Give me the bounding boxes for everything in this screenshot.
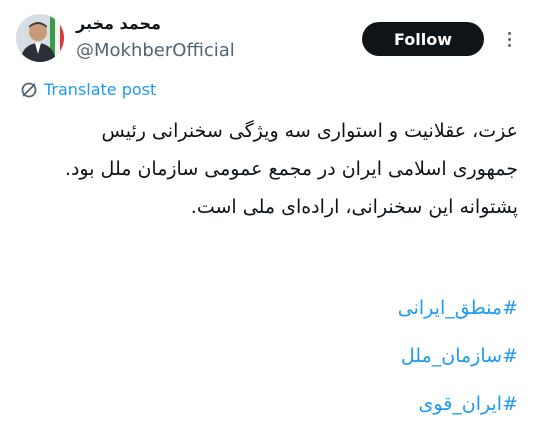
more-dots-icon[interactable] — [500, 26, 518, 52]
tweet-line: پشتوانه این سخنرانی، اراده‌ای ملی است. — [190, 196, 518, 218]
tweet-line: جمهوری اسلامی ایران در مجمع عمومی سازمان… — [64, 158, 518, 180]
dot — [507, 31, 511, 35]
tweet-line: عزت، عقلانیت و استواری سه ویژگی سخنرانی … — [101, 120, 519, 142]
hashtag-list: #منطق_ایرانی #سازمان_ملل #ایران_قوی — [18, 284, 518, 428]
tweet-text: عزت، عقلانیت و استواری سه ویژگی سخنرانی … — [18, 112, 518, 226]
dot — [507, 37, 511, 41]
translate-label: Translate post — [44, 80, 157, 99]
user-handle[interactable]: @MokhberOfficial — [76, 40, 235, 61]
dot — [507, 43, 511, 47]
hashtag-link[interactable]: #ایران_قوی — [18, 380, 518, 428]
hashtag-link[interactable]: #منطق_ایرانی — [18, 284, 518, 332]
display-name[interactable]: محمد مخبر — [76, 14, 161, 33]
avatar[interactable] — [16, 14, 64, 62]
hashtag-link[interactable]: #سازمان_ملل — [18, 332, 518, 380]
tweet-card: محمد مخبر @MokhberOfficial Follow Transl… — [0, 0, 536, 429]
translate-post-link[interactable]: Translate post — [20, 80, 156, 99]
avatar-image — [16, 14, 64, 62]
globe-slash-icon — [20, 81, 38, 99]
follow-button[interactable]: Follow — [362, 22, 484, 56]
